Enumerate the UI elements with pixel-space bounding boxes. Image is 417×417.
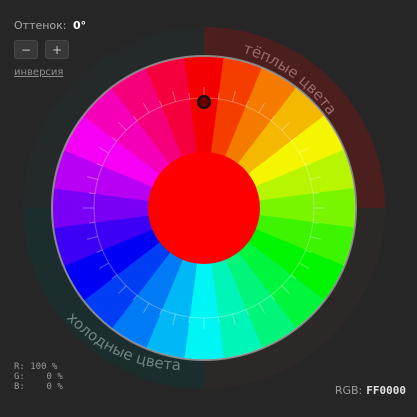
rgb-hex-label: RGB: — [334, 384, 363, 397]
rgb-hex-readout: RGB: FF0000 — [335, 384, 406, 397]
invert-link[interactable]: инверсия — [14, 67, 63, 78]
hue-readout: Оттенок: 0° — [14, 19, 86, 32]
rgb-channels: R: 100 % G: 0 % B: 0 % — [14, 362, 63, 392]
green-channel-value: G: 0 % — [14, 372, 63, 382]
rgb-hex-value: FF0000 — [366, 384, 406, 397]
red-channel-value: R: 100 % — [14, 362, 58, 372]
selected-color-swatch — [148, 152, 260, 264]
hue-label: Оттенок: — [14, 19, 67, 32]
hue-picker-handle[interactable] — [197, 95, 211, 109]
blue-channel-value: B: 0 % — [14, 382, 63, 392]
increase-hue-button[interactable]: + — [45, 40, 69, 59]
hue-value: 0° — [73, 19, 87, 32]
color-wheel[interactable]: тёплые цвета холодные цвета — [0, 0, 417, 417]
decrease-hue-button[interactable]: − — [14, 40, 38, 59]
